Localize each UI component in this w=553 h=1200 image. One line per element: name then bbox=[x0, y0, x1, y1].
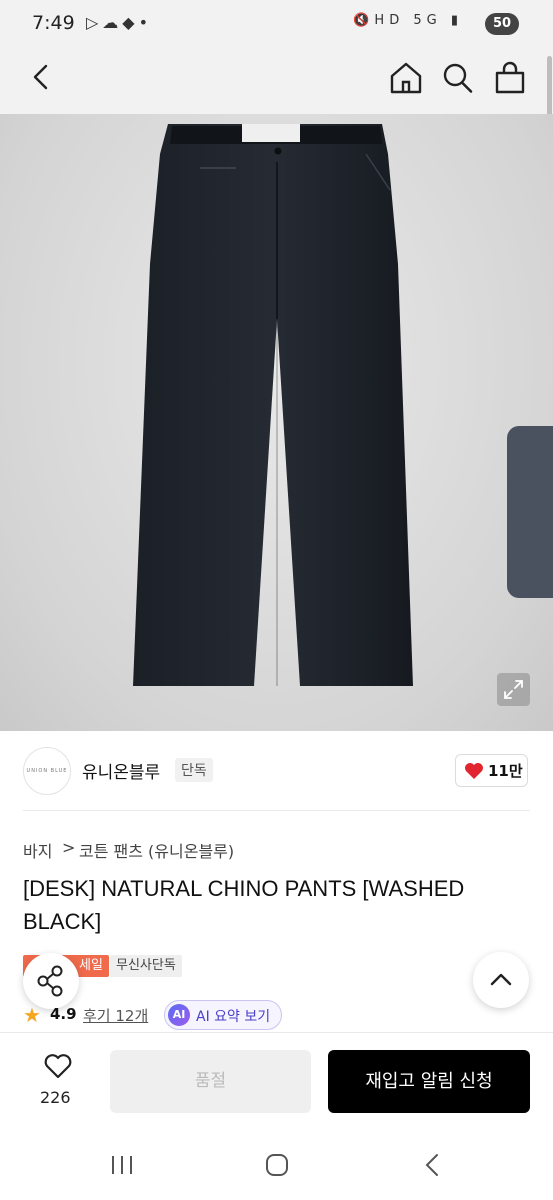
expand-image-button[interactable] bbox=[497, 673, 530, 706]
search-icon bbox=[443, 63, 473, 93]
status-time: 7:49 bbox=[32, 12, 75, 34]
signal-icons: 🔇HD 5G ▮ bbox=[353, 13, 463, 28]
musinsa-exclusive-badge: 무신사단독 bbox=[110, 955, 182, 977]
breadcrumb-subcategory[interactable]: 코튼 팬츠 (유니온블루) bbox=[79, 838, 234, 862]
ai-icon: AI bbox=[168, 1004, 190, 1026]
share-icon bbox=[37, 965, 63, 997]
home-button[interactable] bbox=[388, 58, 424, 98]
chevron-up-icon bbox=[490, 973, 512, 986]
share-button[interactable] bbox=[23, 953, 79, 1009]
product-image[interactable] bbox=[0, 114, 553, 731]
status-bar bbox=[0, 0, 553, 50]
home-icon bbox=[390, 62, 422, 94]
shopping-bag-icon bbox=[495, 61, 525, 94]
home-circle-icon bbox=[266, 1154, 288, 1176]
recents-icon bbox=[112, 1156, 132, 1174]
chevron-left-icon bbox=[33, 64, 48, 90]
star-icon: ★ bbox=[23, 1003, 41, 1027]
breadcrumb-separator: > bbox=[62, 838, 76, 857]
battery-indicator: 50 bbox=[485, 13, 519, 35]
recents-button[interactable] bbox=[108, 1150, 136, 1180]
divider bbox=[23, 810, 530, 811]
brand-name[interactable]: 유니온블루 bbox=[82, 758, 160, 783]
back-arrow-icon bbox=[425, 1154, 438, 1176]
breadcrumb-category[interactable]: 바지 bbox=[23, 838, 52, 862]
search-button[interactable] bbox=[440, 58, 476, 98]
brand-logo[interactable]: UNION BLUE bbox=[23, 747, 71, 795]
product-title: [DESK] NATURAL CHINO PANTS [WASHED BLACK… bbox=[23, 876, 465, 934]
restock-alert-button[interactable]: 재입고 알림 신청 bbox=[328, 1050, 530, 1113]
expand-icon bbox=[504, 680, 523, 699]
exclusive-tag: 단독 bbox=[175, 758, 213, 782]
rating-value: 4.9 bbox=[50, 1005, 77, 1023]
cart-button[interactable] bbox=[492, 58, 528, 98]
back-nav-button[interactable] bbox=[420, 1150, 444, 1180]
brand-like-count: 11만 bbox=[488, 762, 523, 780]
notification-icons: ▷☁◆• bbox=[86, 13, 153, 32]
sold-out-button[interactable]: 품절 bbox=[110, 1050, 311, 1113]
next-image-preview[interactable] bbox=[507, 426, 553, 598]
review-count-link[interactable]: 후기 12개 bbox=[83, 1005, 148, 1026]
scroll-to-top-button[interactable] bbox=[473, 952, 529, 1008]
heart-outline-icon bbox=[44, 1054, 72, 1079]
home-nav-button[interactable] bbox=[262, 1150, 292, 1180]
chino-pants-illustration bbox=[133, 124, 413, 686]
scrollbar bbox=[547, 56, 552, 116]
wishlist-count: 226 bbox=[40, 1088, 71, 1107]
ai-summary-label: AI 요약 보기 bbox=[196, 1009, 271, 1025]
back-button[interactable] bbox=[26, 58, 58, 98]
heart-filled-icon bbox=[465, 763, 483, 779]
